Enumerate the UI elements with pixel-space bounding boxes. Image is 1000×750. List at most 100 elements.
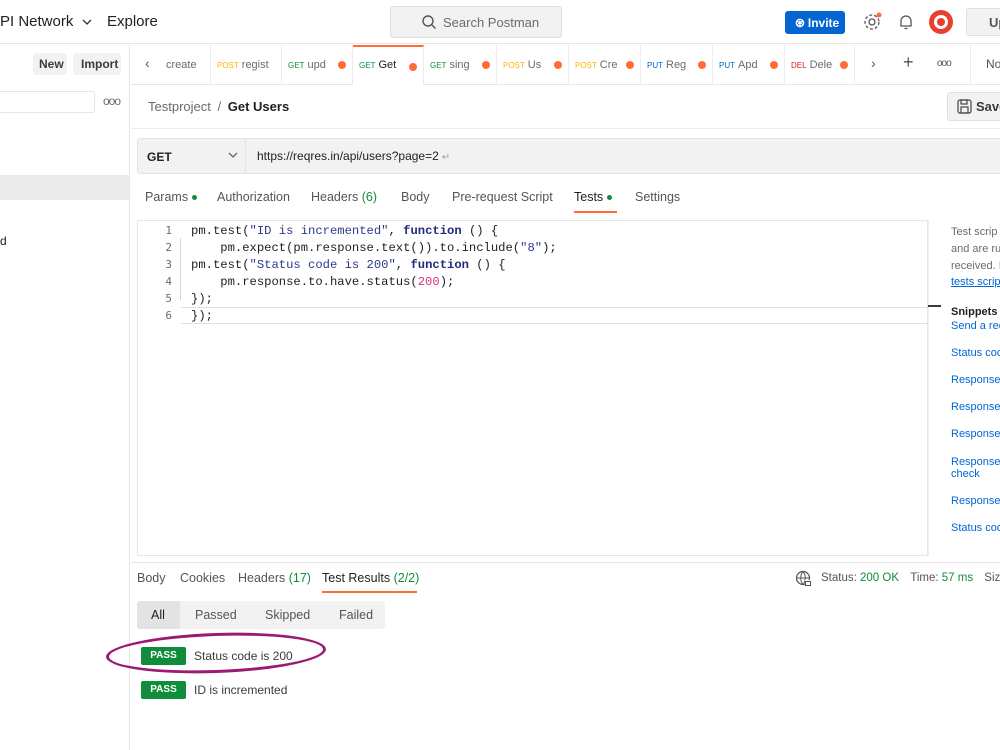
response-headers-label: Headers bbox=[238, 571, 286, 585]
method-selector[interactable]: GET bbox=[147, 150, 172, 164]
test-results-label: Test Results bbox=[322, 571, 391, 585]
code-token: }); bbox=[191, 309, 213, 323]
code-token: pm.expect(pm.response.text()).to.include… bbox=[191, 241, 521, 255]
sidebar-more-icon[interactable]: ooo bbox=[103, 94, 121, 108]
tabs-more-icon[interactable]: ooo bbox=[937, 58, 952, 69]
snippet-link[interactable]: Status cod bbox=[951, 347, 1000, 359]
tab-params[interactable]: Params bbox=[145, 190, 198, 204]
import-button[interactable]: Import bbox=[73, 53, 121, 75]
filter-skipped[interactable]: Skipped bbox=[265, 608, 310, 622]
code-token: pm.response.to.have.status( bbox=[191, 275, 418, 289]
filter-passed[interactable]: Passed bbox=[195, 608, 237, 622]
request-tab[interactable]: GET sing bbox=[424, 45, 497, 85]
tab-tests[interactable]: Tests bbox=[574, 190, 613, 204]
gear-icon[interactable] bbox=[862, 12, 882, 32]
response-divider[interactable] bbox=[131, 562, 1000, 563]
panel-resize-handle[interactable] bbox=[928, 305, 941, 307]
request-tab[interactable]: POST Us bbox=[497, 45, 569, 85]
chevron-down-icon[interactable] bbox=[228, 149, 238, 161]
tabs-scroll-left-icon[interactable]: ‹ bbox=[145, 55, 150, 71]
globe-icon[interactable] bbox=[795, 570, 812, 587]
bell-icon[interactable] bbox=[896, 12, 916, 32]
tests-scripts-link[interactable]: tests scrip bbox=[951, 276, 1000, 288]
editor-scrollbar[interactable] bbox=[928, 220, 941, 556]
request-tab[interactable]: POST Cre bbox=[569, 45, 641, 85]
time-value[interactable]: 57 ms bbox=[942, 572, 973, 584]
line-number: 3 bbox=[165, 258, 172, 271]
network-label: PI Network bbox=[0, 13, 74, 30]
unsaved-dot bbox=[482, 61, 490, 69]
environment-selector[interactable]: No bbox=[986, 57, 1000, 71]
response-tab-test-results[interactable]: Test Results (2/2) bbox=[322, 571, 419, 585]
status-dot bbox=[607, 195, 613, 201]
tab-headers[interactable]: Headers (6) bbox=[311, 190, 377, 204]
line-number: 6 bbox=[165, 309, 172, 322]
snippet-link[interactable]: Send a req bbox=[951, 320, 1000, 332]
tab-body[interactable]: Body bbox=[401, 190, 430, 204]
code-line[interactable]: pm.test("ID is incremented", function ()… bbox=[191, 224, 498, 238]
response-headers-count: (17) bbox=[288, 571, 311, 585]
tab-method: POST bbox=[575, 61, 597, 70]
code-token: () { bbox=[461, 224, 499, 238]
search-box[interactable]: Search Postman bbox=[390, 6, 562, 38]
breadcrumb-current[interactable]: Get Users bbox=[228, 99, 289, 114]
snippets-description: Test scrip bbox=[951, 226, 998, 238]
request-tab[interactable]: GET upd bbox=[282, 45, 353, 85]
breadcrumb-parent[interactable]: Testproject bbox=[148, 99, 211, 114]
tab-label: Apd bbox=[738, 59, 758, 71]
invite-label: Invite bbox=[807, 16, 840, 30]
snippet-link[interactable]: Response bbox=[951, 401, 1000, 413]
unsaved-dot bbox=[409, 63, 417, 71]
tab-label: Cre bbox=[599, 59, 618, 71]
avatar-icon[interactable] bbox=[928, 9, 954, 35]
snippet-link[interactable]: Response bbox=[951, 495, 1000, 507]
snippet-link[interactable]: check bbox=[951, 468, 980, 480]
save-button[interactable]: Save bbox=[947, 92, 1000, 121]
invite-button[interactable]: ♼ Invite bbox=[785, 11, 845, 34]
sidebar-item-label[interactable]: d bbox=[0, 234, 7, 248]
code-token: pm.test( bbox=[191, 258, 250, 272]
snippets-description: and are ru bbox=[951, 243, 1000, 255]
tab-method: PUT bbox=[647, 61, 663, 70]
request-tab[interactable]: PUT Apd bbox=[713, 45, 785, 85]
tab-prerequest-script[interactable]: Pre-request Script bbox=[452, 190, 553, 204]
request-tab[interactable]: PUT Reg bbox=[641, 45, 713, 85]
code-line[interactable]: pm.test("Status code is 200", function (… bbox=[191, 258, 506, 272]
request-tab[interactable]: POST regist bbox=[211, 45, 282, 85]
code-line[interactable]: }); bbox=[191, 292, 213, 306]
explore-link[interactable]: Explore bbox=[107, 13, 158, 30]
status-value[interactable]: 200 OK bbox=[860, 572, 899, 584]
response-tab-cookies[interactable]: Cookies bbox=[180, 571, 225, 585]
url-input[interactable]: https://reqres.in/api/users?page=2 ↵ bbox=[257, 149, 450, 163]
snippet-link[interactable]: Response bbox=[951, 428, 1000, 440]
method-divider bbox=[245, 139, 246, 173]
response-tab-headers[interactable]: Headers (17) bbox=[238, 571, 311, 585]
sidebar-filter-input[interactable] bbox=[0, 91, 95, 113]
code-line[interactable]: pm.response.to.have.status(200); bbox=[191, 275, 454, 289]
filter-all[interactable]: All bbox=[151, 608, 165, 622]
upgrade-button[interactable]: Up bbox=[966, 8, 1000, 36]
snippet-link[interactable]: Status cod bbox=[951, 522, 1000, 534]
tab-method: GET bbox=[430, 61, 447, 70]
tab-settings[interactable]: Settings bbox=[635, 190, 680, 204]
tabs-scroll-right-icon[interactable]: › bbox=[871, 55, 876, 71]
request-tab[interactable]: GET Get bbox=[353, 45, 424, 85]
request-tab[interactable]: create bbox=[160, 45, 211, 85]
tab-label: sing bbox=[449, 59, 470, 71]
workspace-network-menu[interactable]: PI Network bbox=[0, 13, 92, 30]
filter-failed[interactable]: Failed bbox=[339, 608, 373, 622]
tab-authorization[interactable]: Authorization bbox=[217, 190, 290, 204]
sidebar-item-selected[interactable] bbox=[0, 175, 129, 200]
code-line[interactable]: }); bbox=[191, 309, 213, 323]
save-label: Save bbox=[976, 99, 1000, 114]
new-button[interactable]: New bbox=[33, 53, 67, 75]
code-line[interactable]: pm.expect(pm.response.text()).to.include… bbox=[191, 241, 556, 255]
request-tab[interactable]: DEL Dele bbox=[785, 45, 855, 85]
tab-label: Reg bbox=[666, 59, 687, 71]
new-tab-icon[interactable]: + bbox=[903, 52, 914, 73]
snippet-link[interactable]: Response bbox=[951, 456, 1000, 468]
code-token: function bbox=[410, 258, 469, 272]
response-tab-body[interactable]: Body bbox=[137, 571, 166, 585]
snippet-link[interactable]: Response bbox=[951, 374, 1000, 386]
tabs-divider bbox=[970, 45, 971, 85]
